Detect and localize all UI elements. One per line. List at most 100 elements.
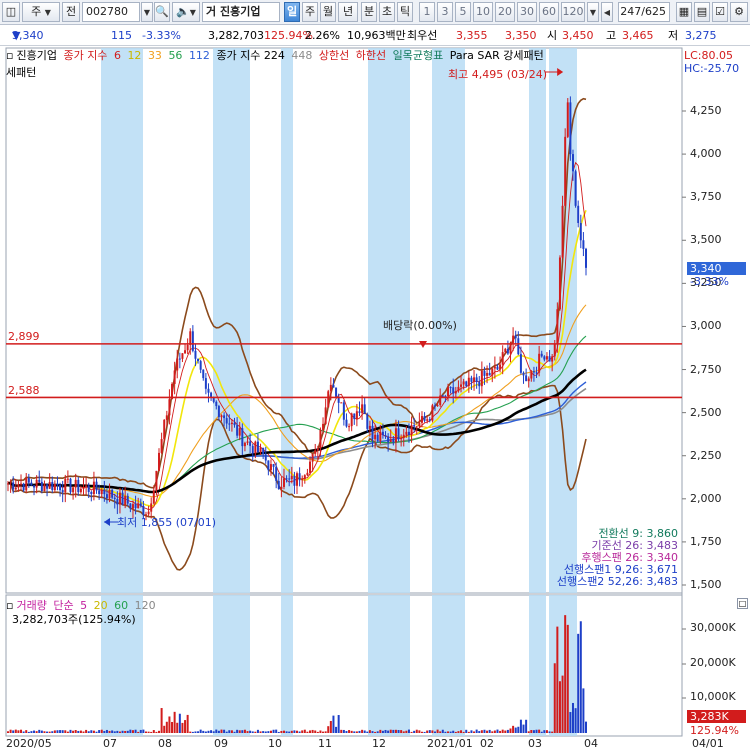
search-icon[interactable]: 🔍: [154, 2, 170, 22]
date-label-09: 09: [214, 737, 228, 750]
volume-bar: [144, 731, 147, 733]
volume-bar: [124, 730, 127, 733]
candle-body: [381, 431, 384, 436]
interval-3[interactable]: 3: [437, 2, 453, 22]
legend-ma-33: 33: [147, 49, 162, 62]
volume-bar: [348, 730, 351, 733]
volume-bar: [423, 731, 426, 733]
interval-120[interactable]: 120: [561, 2, 585, 22]
stock-code-input[interactable]: 002780: [82, 2, 140, 22]
grid-icon[interactable]: ▦: [676, 2, 692, 22]
candle-body: [298, 473, 301, 481]
candle-body: [51, 482, 54, 491]
current-price-tag: 3,340: [687, 262, 746, 275]
candle-body: [426, 419, 429, 421]
speaker-icon[interactable]: 🔈▼: [172, 2, 200, 22]
interval-1[interactable]: 1: [419, 2, 435, 22]
interval-30[interactable]: 30: [517, 2, 537, 22]
candle-body: [413, 425, 416, 427]
period-tab-minute[interactable]: 분: [361, 2, 377, 22]
volume-bar: [405, 730, 408, 733]
open-label: 시: [547, 29, 558, 42]
legend-ma-112: 112: [188, 49, 210, 62]
interval-5[interactable]: 5: [455, 2, 471, 22]
period-tab-tick[interactable]: 틱: [397, 2, 413, 22]
volume-current: 3,282,703주(125.94%): [12, 613, 136, 626]
volume-bar: [259, 731, 262, 733]
period-tab-second[interactable]: 초: [379, 2, 395, 22]
candle-body: [217, 406, 220, 418]
legend-ma-12: 12: [127, 49, 142, 62]
volume-bar: [290, 730, 293, 733]
candle-body: [186, 344, 189, 351]
volume-ma-120: 120: [134, 599, 156, 612]
volume-bar: [353, 731, 356, 733]
page-count-field[interactable]: 247/625: [618, 2, 670, 22]
ask-price: 3,355: [456, 29, 488, 42]
volume-bar: [87, 731, 90, 733]
volume-bar: [233, 731, 236, 733]
window-icon[interactable]: ◫: [2, 2, 20, 22]
candle-body: [9, 482, 12, 484]
period-tab-week[interactable]: 주: [302, 2, 318, 22]
volume-bar: [327, 726, 330, 733]
interval-20[interactable]: 20: [495, 2, 515, 22]
candle-body: [324, 407, 327, 424]
type-select[interactable]: 주 ▼: [22, 2, 60, 22]
volume-bar: [56, 730, 59, 733]
candle-body: [465, 381, 468, 387]
lc-hc-readout: LC:80.05 HC:-25.70: [684, 49, 739, 75]
date-label-02: 02: [480, 737, 494, 750]
legend-square-icon: ▫: [6, 49, 14, 62]
volume-bar: [113, 731, 116, 733]
volume-bar: [194, 731, 197, 733]
volume-bar: [585, 721, 587, 733]
date-label-2020-05: 2020/05: [6, 737, 52, 750]
volume-bar: [342, 729, 345, 733]
volume-bar: [74, 730, 77, 733]
price-band-2: [281, 48, 293, 593]
volume-bar: [488, 729, 491, 733]
candle-body: [85, 485, 88, 488]
volume-bar: [215, 729, 218, 733]
collapse-icon[interactable]: ◀: [601, 2, 613, 22]
candle-body: [118, 492, 121, 505]
volume-bar: [38, 729, 41, 733]
candle-body: [506, 348, 509, 354]
volume-bar: [363, 730, 366, 733]
layout-icon[interactable]: ▤: [694, 2, 710, 22]
code-dropdown-button[interactable]: ▼: [141, 2, 153, 22]
volume-bar: [306, 731, 309, 733]
checkbox-icon[interactable]: ☑: [712, 2, 728, 22]
period-tab-month[interactable]: 월: [320, 2, 336, 22]
volume-bar: [571, 702, 574, 733]
candle-body: [423, 416, 426, 421]
expand-icon[interactable]: □: [737, 598, 748, 609]
volume-bar: [225, 731, 228, 733]
settings-icon[interactable]: ⚙: [730, 2, 748, 22]
period-tab-year[interactable]: 년: [338, 2, 358, 22]
period-tab-day[interactable]: 일: [284, 2, 300, 22]
volume-bar: [264, 731, 267, 733]
candle-body: [462, 381, 465, 385]
volume-bar: [197, 731, 200, 733]
candle-body: [38, 479, 41, 482]
candle-body: [514, 335, 517, 339]
interval-dropdown[interactable]: ▼: [587, 2, 599, 22]
interval-10[interactable]: 10: [473, 2, 493, 22]
candle-body: [400, 438, 403, 440]
price-chart[interactable]: [0, 47, 750, 750]
ichimoku-leading2: 선행스팬2 52,26: 3,483: [556, 575, 678, 588]
candle-body: [121, 492, 124, 505]
interval-60[interactable]: 60: [539, 2, 559, 22]
legend-ichimoku: 일목균형표: [392, 49, 444, 62]
stock-name-field[interactable]: 거 진흥기업: [202, 2, 280, 22]
volume-band-2: [281, 595, 293, 736]
candle-body: [43, 484, 46, 491]
candle-body: [264, 454, 267, 461]
volume-bar: [66, 731, 69, 733]
all-button[interactable]: 전: [62, 2, 80, 22]
volume-bar: [116, 730, 119, 733]
candle-body: [33, 485, 36, 488]
indicator-legend: ▫ 진흥기업 종가 지수 6 12 33 56 112 종가 지수 224 448…: [6, 49, 547, 63]
